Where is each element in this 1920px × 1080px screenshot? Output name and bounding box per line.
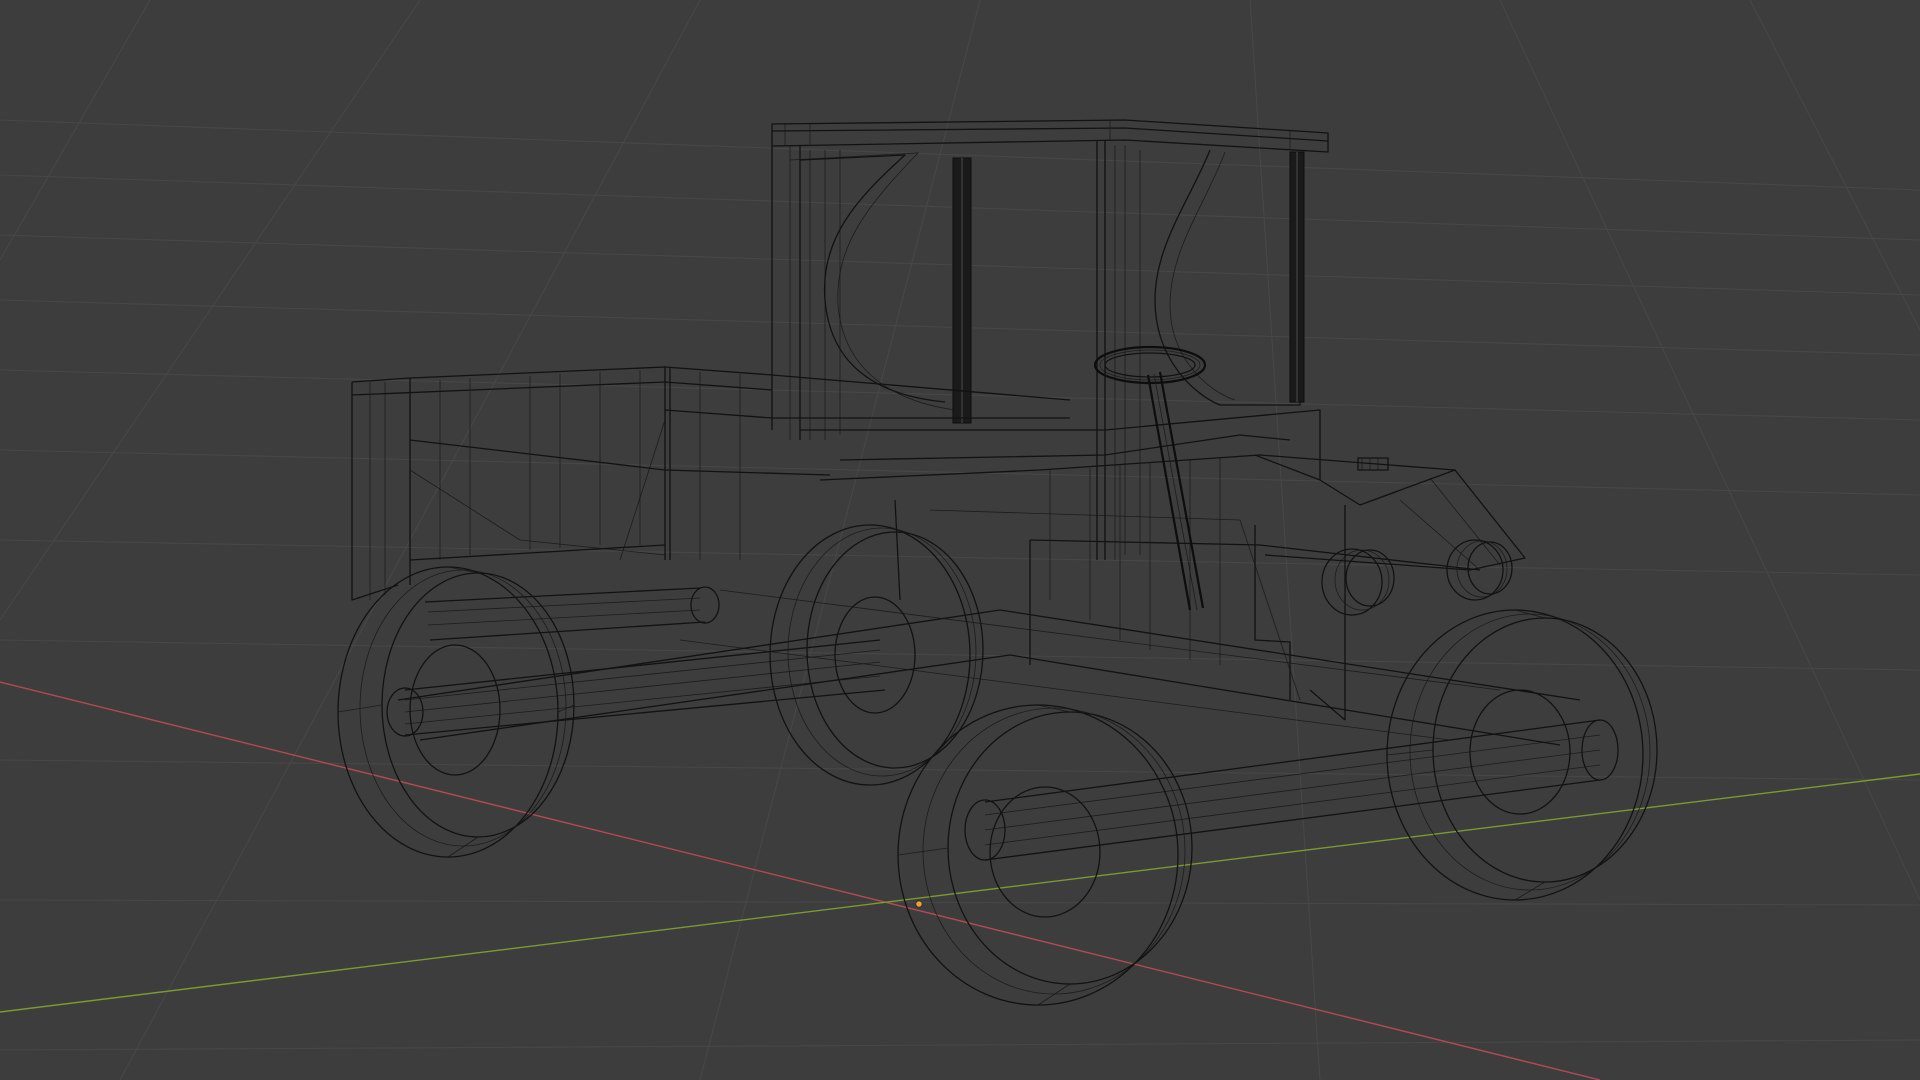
steering-wheel[interactable]: [1093, 345, 1207, 385]
roof-post-front[interactable]: [952, 157, 972, 424]
truck-cab[interactable]: [771, 140, 1321, 560]
y-axis-line: [0, 773, 1920, 1013]
frame-rails[interactable]: [397, 589, 1581, 746]
viewport-canvas[interactable]: [0, 0, 1920, 1080]
roof-post-rear[interactable]: [1289, 151, 1305, 403]
truck-hood[interactable]: [819, 454, 1526, 721]
steering-column[interactable]: [1146, 371, 1205, 611]
rear-axle-upper[interactable]: [424, 586, 720, 641]
truck-wireframe-model[interactable]: [337, 119, 1658, 1006]
3d-viewport[interactable]: [0, 0, 1920, 1080]
x-axis-line: [0, 681, 1601, 1080]
truck-roof[interactable]: [771, 119, 1329, 153]
world-origin-icon: [915, 900, 923, 908]
wheel-front-right[interactable]: [1386, 609, 1658, 901]
